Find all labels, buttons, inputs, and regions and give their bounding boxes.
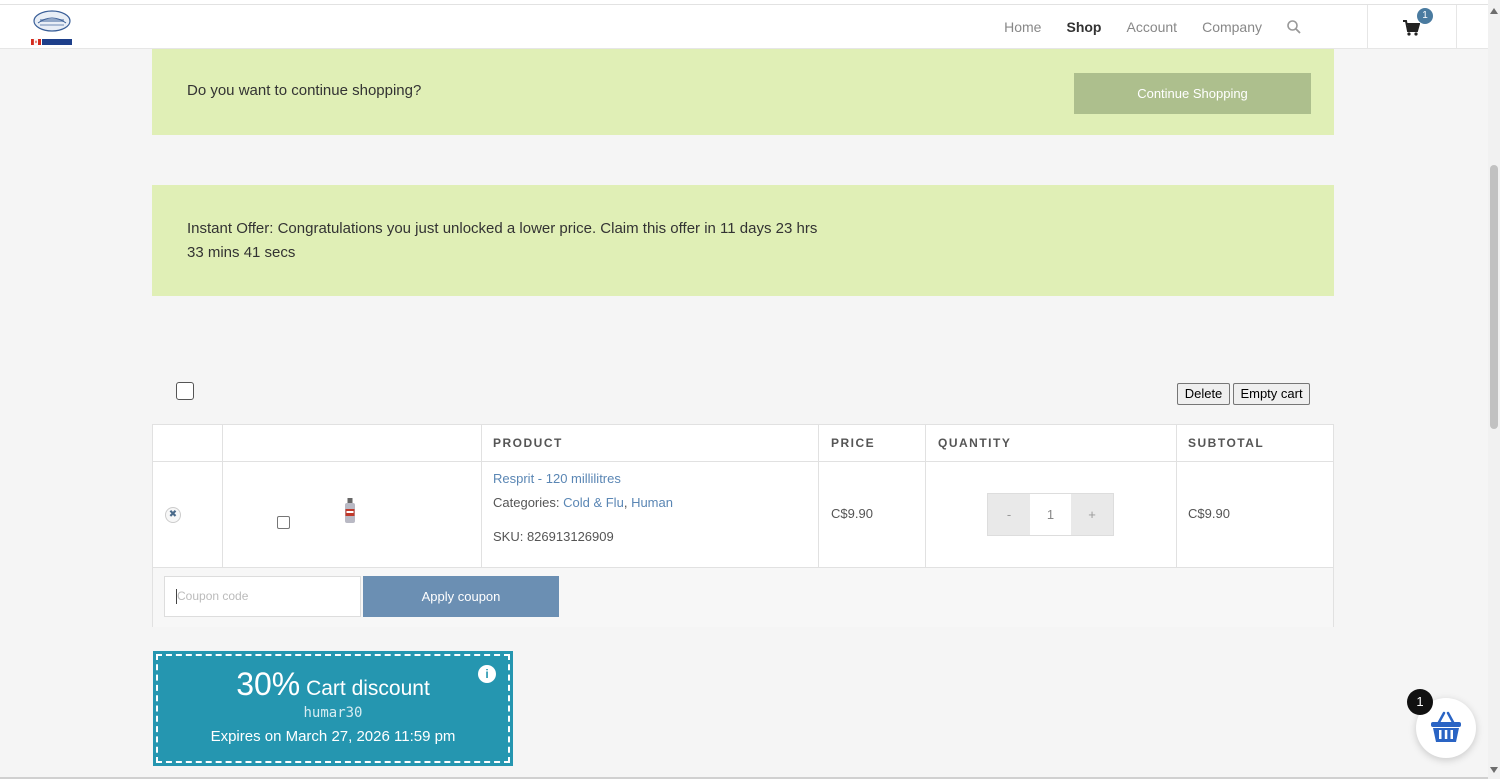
floating-cart-count-badge: 1 [1407,689,1433,715]
header-divider [1367,5,1368,49]
discount-coupon-border: 30% Cart discount humar30 Expires on Mar… [156,654,510,763]
product-subtotal: C$9.90 [1188,506,1230,521]
cart-table: PRODUCT PRICE QUANTITY SUBTOTAL ✖ Respri… [152,424,1334,627]
info-icon[interactable]: i [478,665,496,683]
site-header: Home Shop Account Company 1 [0,5,1488,49]
delete-button[interactable]: Delete [1177,383,1230,405]
nav-account[interactable]: Account [1126,19,1177,35]
coupon-code-input[interactable]: Coupon code [164,576,361,617]
scroll-up-arrow-icon[interactable] [1490,8,1498,14]
column-divider [222,425,223,568]
quantity-stepper: - 1 + [987,493,1114,536]
quantity-increase-button[interactable]: + [1071,494,1113,535]
scroll-down-arrow-icon[interactable] [1490,767,1498,773]
header-product: PRODUCT [493,436,563,450]
category-link-human[interactable]: Human [631,495,673,510]
product-sku: SKU: 826913126909 [493,529,614,544]
instant-offer-notice: Instant Offer: Congratulations you just … [152,185,1334,296]
category-link-cold-flu[interactable]: Cold & Flu [563,495,624,510]
header-subtotal: SUBTOTAL [1188,436,1265,450]
search-icon[interactable] [1286,19,1302,35]
category-separator: , [623,495,628,510]
continue-shopping-button[interactable]: Continue Shopping [1074,73,1311,114]
nav-company[interactable]: Company [1202,19,1262,35]
continue-shopping-notice: Do you want to continue shopping? Contin… [152,49,1334,135]
row-select-checkbox[interactable] [277,516,290,529]
cart-icon[interactable] [1402,19,1420,37]
discount-code: humar30 [303,705,363,721]
nav-shop[interactable]: Shop [1066,19,1101,35]
discount-coupon-card[interactable]: 30% Cart discount humar30 Expires on Mar… [153,651,513,766]
vertical-scrollbar[interactable] [1488,0,1500,779]
discount-title: 30% Cart discount [158,666,508,703]
categories-label: Categories: [493,495,560,510]
instant-offer-message: Instant Offer: Congratulations you just … [187,220,818,261]
header-price: PRICE [831,436,876,450]
table-divider [153,461,1333,462]
continue-shopping-message: Do you want to continue shopping? [187,82,422,99]
product-name-link[interactable]: Resprit - 120 millilitres [493,471,621,486]
quantity-input[interactable]: 1 [1030,494,1071,535]
product-thumbnail[interactable] [344,498,356,524]
remove-item-icon[interactable]: ✖ [165,507,181,523]
product-categories: Categories: Cold & Flu, Human [493,495,673,510]
discount-percent: 30% [236,666,301,702]
store-logo[interactable] [30,9,74,47]
discount-expiry: Expires on March 27, 2026 11:59 pm [210,728,456,745]
nav-home[interactable]: Home [1004,19,1041,35]
coupon-placeholder: Coupon code [177,589,249,603]
column-divider [1176,425,1177,568]
main-nav: Home Shop Account Company [979,5,1302,49]
empty-cart-button[interactable]: Empty cart [1233,383,1310,405]
header-divider [1456,5,1457,49]
column-divider [481,425,482,568]
scrollbar-thumb[interactable] [1490,165,1498,429]
column-divider [818,425,819,568]
text-caret [176,589,177,604]
coupon-area: Coupon code Apply coupon [153,568,1333,627]
select-all-checkbox[interactable] [176,382,194,400]
apply-coupon-button[interactable]: Apply coupon [363,576,559,617]
column-divider [925,425,926,568]
header-quantity: QUANTITY [938,436,1012,450]
discount-label: Cart discount [306,677,430,700]
quantity-decrease-button[interactable]: - [988,494,1030,535]
product-price: C$9.90 [831,506,873,521]
cart-count-badge: 1 [1417,8,1433,24]
